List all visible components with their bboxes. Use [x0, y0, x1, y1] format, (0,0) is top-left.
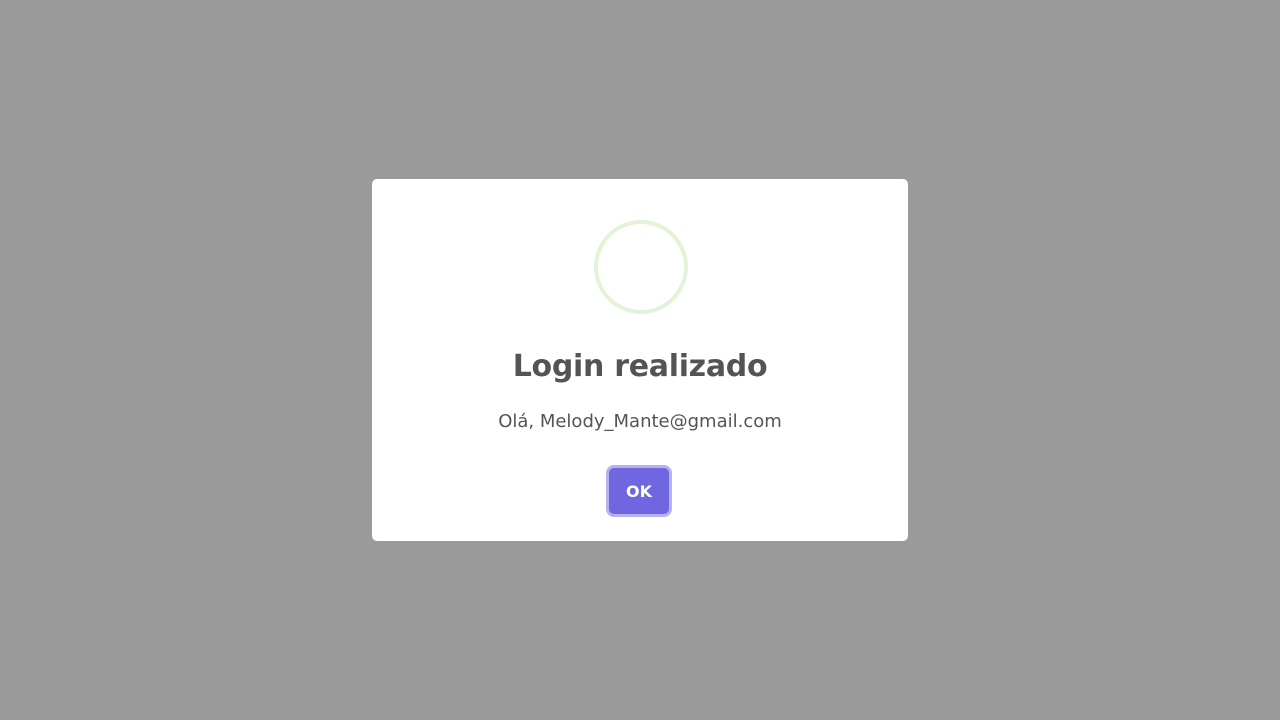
success-circle-icon [594, 220, 688, 314]
ok-button[interactable]: OK [609, 468, 669, 514]
dialog-title: Login realizado [512, 349, 768, 384]
dialog-message: Olá, Melody_Mante@gmail.com [498, 411, 782, 432]
login-success-dialog: Login realizado Olá, Melody_Mante@gmail.… [372, 179, 908, 541]
